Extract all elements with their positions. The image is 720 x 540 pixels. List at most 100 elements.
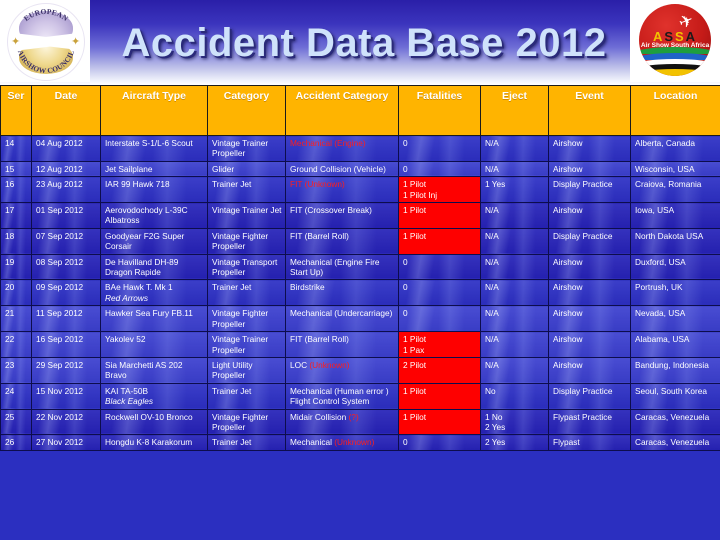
cell-location: Duxford, USA: [630, 253, 720, 281]
table-row[interactable]: 18 07 Sep 2012 Goodyear F2G Super Corsair V…: [0, 227, 720, 255]
column-header-category[interactable]: Category: [207, 85, 286, 136]
fatalities-line: 1 Pilot: [403, 230, 427, 241]
cell-accident-category: FIT (Barrel Roll): [285, 331, 399, 358]
cell-accident-category: FIT (Barrel Roll): [285, 227, 399, 255]
column-header-event[interactable]: Event: [548, 85, 631, 136]
table-row[interactable]: 23 29 Sep 2012 Sia Marchetti AS 202 Bravo L…: [0, 356, 720, 384]
cell-fatalities: 0: [398, 434, 481, 451]
table-row[interactable]: 19 08 Sep 2012 De Havilland DH-89 Dragon R…: [0, 253, 720, 281]
display-team-label: Red Arrows: [105, 292, 149, 303]
accident-category-label: Mechanical (Engine Fire Start Up): [290, 256, 380, 278]
cell-eject: N/A: [480, 202, 549, 229]
eject-line: N/A: [485, 359, 499, 370]
page-title: Accident Data Base 2012: [121, 20, 607, 65]
cell-eject: N/A: [480, 160, 549, 178]
cell-event: Flypast Practice: [548, 408, 631, 436]
cell-eject: N/A: [480, 356, 549, 384]
cell-fatalities: 1 Pilot: [398, 227, 481, 255]
cell-location: Caracas, Venezuela: [630, 408, 720, 436]
column-header-eject[interactable]: Eject: [480, 85, 549, 136]
cell-event: Display Practice: [548, 227, 631, 255]
eac-emblem: EUROPEAN AIRSHOW COUNCIL ✦ ✦: [7, 3, 85, 81]
table-row[interactable]: 17 01 Sep 2012 Aerovodochody L-39C Albatro…: [0, 202, 720, 229]
accident-category-label: FIT (Unknown): [290, 179, 345, 190]
table-body: 14 04 Aug 2012 Interstate S-1/L-6 Scout Vin…: [0, 135, 720, 451]
fatalities-line: 1 Pilot: [403, 334, 427, 345]
table-row[interactable]: 21 11 Sep 2012 Hawker Sea Fury FB.11 Vintag…: [0, 305, 720, 333]
cell-aircraft-type: Interstate S-1/L-6 Scout: [100, 135, 208, 162]
column-header-ser[interactable]: Ser: [0, 85, 32, 136]
table-row[interactable]: 14 04 Aug 2012 Interstate S-1/L-6 Scout Vin…: [0, 135, 720, 162]
fatalities-line: 0: [403, 308, 408, 319]
cell-date: 12 Aug 2012: [31, 160, 101, 178]
cell-category: Trainer Jet: [207, 434, 286, 451]
table-row[interactable]: 15 12 Aug 2012 Jet Sailplane Glider Ground C…: [0, 160, 720, 178]
aircraft-type-label: Jet Sailplane: [105, 163, 153, 174]
cell-date: 07 Sep 2012: [31, 227, 101, 255]
fatalities-line: 0: [403, 138, 408, 148]
cell-ser: 26: [0, 434, 32, 451]
cell-eject: N/A: [480, 279, 549, 307]
eject-line: 1 Yes: [485, 179, 506, 190]
eject-line: N/A: [485, 256, 499, 267]
cell-aircraft-type: Aerovodochody L-39C Albatross: [100, 202, 208, 229]
cell-ser: 24: [0, 382, 32, 410]
cell-fatalities: 2 Pilot: [398, 356, 481, 384]
aircraft-type-label: Sia Marchetti AS 202 Bravo: [105, 359, 183, 381]
cell-accident-category: Mechanical (Undercarriage): [285, 305, 399, 333]
cell-aircraft-type: BAe Hawk T. Mk 1 Red Arrows: [100, 279, 208, 307]
column-header-date[interactable]: Date: [31, 85, 101, 136]
table-row[interactable]: 16 23 Aug 2012 IAR 99 Hawk 718 Trainer Jet F…: [0, 176, 720, 204]
cell-accident-category: Birdstrike: [285, 279, 399, 307]
cell-category: Vintage Trainer Propeller: [207, 331, 286, 358]
cell-date: 08 Sep 2012: [31, 253, 101, 281]
cell-category: Vintage Trainer Propeller: [207, 135, 286, 162]
table-header-row: Ser Date Aircraft Type Category Accident…: [0, 85, 720, 136]
eject-line: N/A: [485, 334, 499, 345]
eject-line: N/A: [485, 163, 499, 174]
column-header-accident-category[interactable]: Accident Category: [285, 85, 399, 136]
accident-category-label: FIT (Barrel Roll): [290, 334, 349, 345]
eac-ring-top-label: EUROPEAN: [22, 7, 70, 23]
eject-line: N/A: [485, 230, 499, 241]
cell-aircraft-type: De Havilland DH-89 Dragon Rapide: [100, 253, 208, 281]
cell-location: Iowa, USA: [630, 202, 720, 229]
accident-category-label: Mechanical (Undercarriage): [290, 308, 393, 319]
cell-fatalities: 1 Pilot: [398, 202, 481, 229]
cell-eject: 1 No 2 Yes: [480, 408, 549, 436]
cell-ser: 20: [0, 279, 32, 307]
aircraft-type-label: De Havilland DH-89 Dragon Rapide: [105, 256, 179, 278]
cell-event: Airshow: [548, 160, 631, 178]
cell-accident-category: Mechanical (Human error ) Flight Control…: [285, 382, 399, 410]
column-header-fatalities[interactable]: Fatalities: [398, 85, 481, 136]
assa-emblem: ✈ ASSA Air Show South Africa: [639, 4, 711, 76]
table-row[interactable]: 20 09 Sep 2012 BAe Hawk T. Mk 1 Red Arrows T…: [0, 279, 720, 307]
table-row[interactable]: 25 22 Nov 2012 Rockwell OV-10 Bronco Vintag…: [0, 408, 720, 436]
aircraft-type-label: IAR 99 Hawk 718: [105, 179, 170, 190]
cell-date: 01 Sep 2012: [31, 202, 101, 229]
fatalities-line: 1 Pilot: [403, 411, 427, 422]
cell-ser: 16: [0, 176, 32, 204]
slide-root: EUROPEAN AIRSHOW COUNCIL ✦ ✦ Accident Da…: [0, 0, 720, 540]
accident-category-label: Birdstrike: [290, 282, 325, 293]
aircraft-type-label: BAe Hawk T. Mk 1: [105, 282, 173, 293]
table-row[interactable]: 22 16 Sep 2012 Yakolev 52 Vintage Trainer P…: [0, 331, 720, 358]
fatalities-line: 1 Pilot: [403, 385, 427, 396]
cell-eject: N/A: [480, 253, 549, 281]
column-header-location[interactable]: Location: [630, 85, 720, 136]
accident-category-label: Midair Collision: [290, 411, 349, 422]
cell-category: Trainer Jet: [207, 176, 286, 204]
cell-event: Airshow: [548, 356, 631, 384]
cell-category: Light Utility Propeller: [207, 356, 286, 384]
table-row[interactable]: 26 27 Nov 2012 Hongdu K-8 Karakorum Trainer…: [0, 434, 720, 451]
column-header-aircraft-type[interactable]: Aircraft Type: [100, 85, 208, 136]
table-row[interactable]: 24 15 Nov 2012 KAI TA-50B Black Eagles Train…: [0, 382, 720, 410]
cell-date: 09 Sep 2012: [31, 279, 101, 307]
cell-aircraft-type: Rockwell OV-10 Bronco: [100, 408, 208, 436]
cell-location: Wisconsin, USA: [630, 160, 720, 178]
eac-star-left-icon: ✦: [11, 36, 21, 48]
cell-fatalities: 1 Pilot: [398, 382, 481, 410]
cell-date: 11 Sep 2012: [31, 305, 101, 333]
eject-line: N/A: [485, 205, 499, 216]
cell-ser: 22: [0, 331, 32, 358]
